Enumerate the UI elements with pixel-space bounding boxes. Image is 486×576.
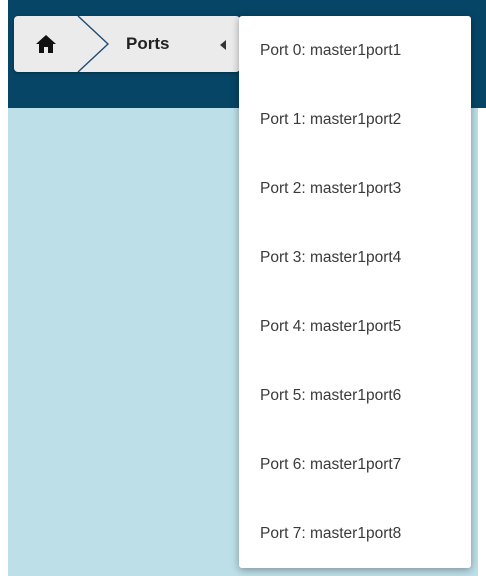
menu-item-port-6[interactable]: Port 6: master1port7 [239,430,471,499]
app-frame: Ports Port 0: master1port1 Port 1: maste… [0,0,486,576]
left-border [0,0,8,576]
menu-item-port-2[interactable]: Port 2: master1port3 [239,154,471,223]
breadcrumb: Ports [14,16,240,72]
menu-item-port-7[interactable]: Port 7: master1port8 [239,499,471,568]
menu-item-port-5[interactable]: Port 5: master1port6 [239,361,471,430]
menu-item-port-3[interactable]: Port 3: master1port4 [239,223,471,292]
menu-item-port-4[interactable]: Port 4: master1port5 [239,292,471,361]
caret-left-icon[interactable] [220,40,226,50]
port-dropdown-menu: Port 0: master1port1 Port 1: master1port… [239,16,471,568]
breadcrumb-current[interactable]: Ports [126,34,169,54]
menu-item-port-0[interactable]: Port 0: master1port1 [239,16,471,85]
chevron-right-icon [77,16,110,72]
right-border [478,108,486,576]
home-icon [36,35,56,53]
home-button[interactable] [14,16,78,72]
menu-item-port-1[interactable]: Port 1: master1port2 [239,85,471,154]
